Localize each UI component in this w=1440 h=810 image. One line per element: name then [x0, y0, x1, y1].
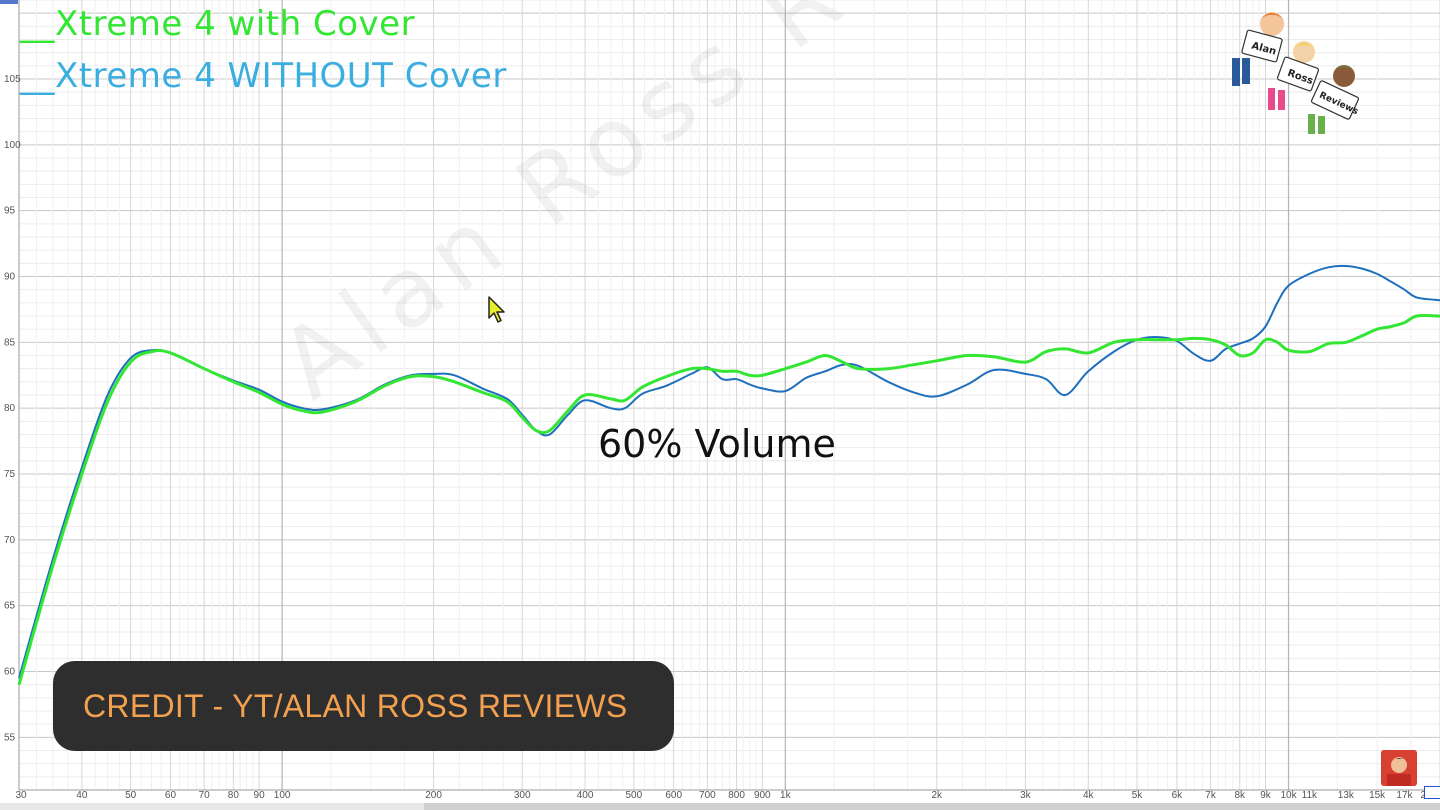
y-tick-label: 75: [4, 469, 16, 480]
x-tick-label: 11k: [1302, 790, 1318, 801]
x-tick-label: 1k: [780, 790, 792, 801]
y-tick-label: 105: [4, 74, 21, 85]
scrollbar-thumb[interactable]: [424, 803, 1440, 810]
x-tick-label: 400: [577, 790, 594, 801]
x-tick-label: 7k: [1205, 790, 1217, 801]
legend-entry-without-cover: __Xtreme 4 WITHOUT Cover: [20, 56, 507, 96]
x-tick-label: 500: [625, 790, 642, 801]
horizontal-scrollbar[interactable]: [0, 803, 1440, 810]
y-tick-label: 80: [4, 403, 16, 414]
x-tick-label: 800: [728, 790, 745, 801]
x-axis-tick-labels: 30 40 50 60 70 80 90 100 200 300 400 500 600 700 800 90…: [15, 790, 1440, 801]
y-tick-label: 60: [4, 667, 16, 678]
y-tick-label: 70: [4, 535, 16, 546]
y-tick-label: 90: [4, 272, 16, 283]
x-axis-end-marker: [1424, 786, 1440, 799]
x-tick-label: 300: [514, 790, 531, 801]
volume-annotation: 60% Volume: [598, 422, 836, 466]
x-tick-label: 13k: [1338, 790, 1355, 801]
y-tick-label: 85: [4, 337, 16, 348]
pointer-cursor-icon: [488, 296, 505, 323]
x-tick-label: 6k: [1172, 790, 1184, 801]
credit-banner: CREDIT - YT/ALAN ROSS REVIEWS: [53, 661, 674, 751]
channel-avatar-icon: [1381, 750, 1417, 786]
x-tick-label: 50: [125, 790, 137, 801]
x-tick-label: 5k: [1132, 790, 1144, 801]
x-tick-label: 60: [165, 790, 177, 801]
x-tick-label: 900: [754, 790, 771, 801]
y-tick-label: 95: [4, 206, 16, 217]
x-tick-label: 10k: [1280, 790, 1297, 801]
x-tick-label: 80: [228, 790, 240, 801]
x-tick-label: 90: [254, 790, 266, 801]
x-tick-label: 70: [199, 790, 211, 801]
x-tick-label: 200: [425, 790, 442, 801]
credit-text: CREDIT - YT/ALAN ROSS REVIEWS: [83, 687, 628, 724]
x-tick-label: 17k: [1396, 790, 1413, 801]
y-tick-label: 55: [4, 732, 16, 743]
corner-badge: [0, 0, 18, 4]
x-tick-label: 600: [665, 790, 682, 801]
x-tick-label: 40: [76, 790, 88, 801]
legend-entry-with-cover: __Xtreme 4 with Cover: [20, 4, 416, 44]
alan-ross-reviews-logo: Alan Ross Reviews: [1232, 12, 1360, 134]
x-tick-label: 4k: [1083, 790, 1095, 801]
x-tick-label: 700: [699, 790, 716, 801]
x-tick-label: 15k: [1369, 790, 1386, 801]
x-tick-label: 100: [274, 790, 291, 801]
x-tick-label: 9k: [1260, 790, 1272, 801]
x-tick-label: 8k: [1234, 790, 1246, 801]
x-tick-label: 30: [15, 790, 27, 801]
x-tick-label: 3k: [1020, 790, 1032, 801]
y-tick-label: 100: [4, 140, 21, 151]
y-tick-label: 65: [4, 601, 16, 612]
x-tick-label: 2k: [932, 790, 944, 801]
